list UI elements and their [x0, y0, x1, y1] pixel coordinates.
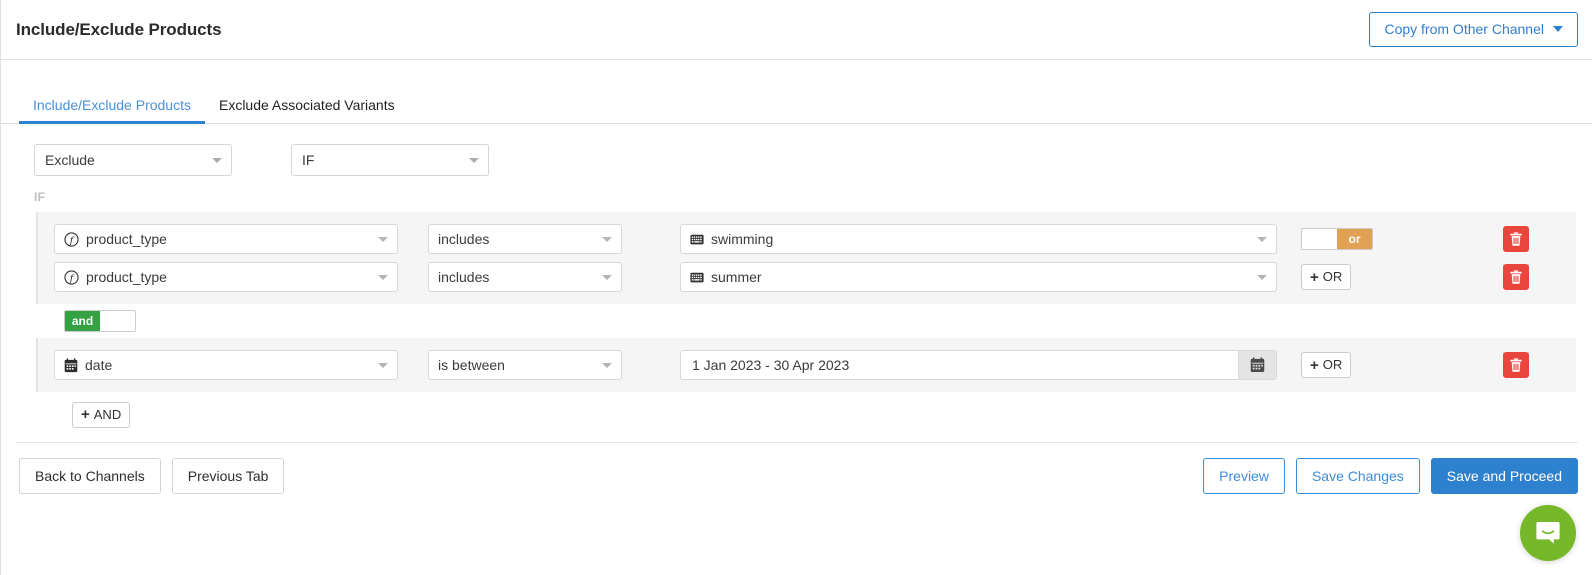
action-select[interactable]: Exclude [34, 144, 232, 176]
delete-condition-button[interactable] [1503, 352, 1529, 378]
calendar-icon [1250, 357, 1265, 373]
value-select[interactable]: summer [680, 262, 1277, 292]
add-and-label: AND [93, 407, 122, 422]
add-or-button[interactable]: + OR [1301, 352, 1352, 378]
tab-exclude-associated-variants[interactable]: Exclude Associated Variants [205, 97, 409, 123]
save-changes-button[interactable]: Save Changes [1295, 457, 1420, 494]
top-select-row: Exclude IF [16, 124, 1578, 176]
date-picker-button[interactable] [1238, 351, 1276, 379]
chevron-down-icon [378, 363, 388, 368]
rule-builder: Exclude IF IF f product_type includes sw… [1, 124, 1592, 428]
attribute-select[interactable]: date [54, 350, 398, 380]
add-and-button[interactable]: + AND [72, 402, 131, 428]
svg-text:f: f [69, 273, 75, 284]
include-exclude-products-page: Include/Exclude Products Copy from Other… [0, 0, 1592, 575]
tab-label: Include/Exclude Products [33, 97, 191, 113]
row-controls: + OR [1301, 352, 1561, 378]
tab-include-exclude-products[interactable]: Include/Exclude Products [19, 97, 205, 124]
chevron-down-icon [469, 158, 479, 163]
chevron-down-icon [378, 237, 388, 242]
back-to-channels-button[interactable]: Back to Channels [19, 457, 161, 494]
calendar-icon [64, 357, 78, 373]
chevron-down-icon [602, 237, 612, 242]
or-toggle-right: or [1337, 229, 1372, 249]
operator-value: includes [438, 231, 490, 247]
chevron-down-icon [1257, 237, 1267, 242]
row-controls: + OR [1301, 264, 1561, 290]
condition-keyword-value: IF [302, 152, 315, 168]
if-group-label: IF [34, 190, 46, 204]
date-range-input[interactable]: 1 Jan 2023 - 30 Apr 2023 [680, 350, 1277, 380]
preview-button[interactable]: Preview [1203, 457, 1285, 494]
tab-bar: Include/Exclude Products Exclude Associa… [1, 80, 1592, 124]
or-condition-block: f product_type includes swimming or f pr… [36, 212, 1576, 304]
attribute-select[interactable]: f product_type [54, 224, 398, 254]
copy-from-other-channel-label: Copy from Other Channel [1384, 21, 1544, 38]
chevron-down-icon [602, 275, 612, 280]
chat-launcher-button[interactable] [1520, 505, 1576, 561]
and-toggle-row: and [36, 304, 1576, 338]
and-toggle-left: and [65, 311, 100, 331]
add-or-label: OR [1322, 269, 1343, 285]
or-toggle[interactable]: or [1301, 228, 1373, 250]
and-condition-block: date is between 1 Jan 2023 - 30 Apr 2023 [36, 338, 1576, 392]
operator-value: includes [438, 269, 490, 285]
page-footer: Back to Channels Previous Tab Preview Sa… [16, 441, 1578, 494]
and-toggle[interactable]: and [64, 310, 136, 332]
row-controls: or [1301, 226, 1561, 252]
save-and-proceed-button[interactable]: Save and Proceed [1430, 457, 1578, 494]
and-toggle-right [100, 311, 135, 331]
attribute-value: product_type [86, 269, 167, 285]
action-select-value: Exclude [45, 152, 95, 168]
trash-icon [1510, 231, 1522, 246]
value-select[interactable]: swimming [680, 224, 1277, 254]
operator-select[interactable]: includes [428, 262, 622, 292]
value-text: swimming [711, 231, 774, 247]
trash-icon [1510, 357, 1522, 372]
condition-group: f product_type includes swimming or f pr… [36, 212, 1576, 428]
operator-select[interactable]: includes [428, 224, 622, 254]
delete-condition-button[interactable] [1503, 264, 1529, 290]
delete-condition-button[interactable] [1503, 226, 1529, 252]
attribute-value: date [85, 357, 113, 373]
or-toggle-left [1302, 229, 1337, 249]
chevron-down-icon [212, 158, 222, 163]
operator-select[interactable]: is between [428, 350, 622, 380]
keyboard-icon [690, 272, 704, 283]
chevron-down-icon [1553, 26, 1563, 33]
condition-row: f product_type includes [38, 258, 1576, 296]
plus-icon: + [1310, 268, 1319, 286]
tab-label: Exclude Associated Variants [218, 97, 395, 113]
chevron-down-icon [1257, 275, 1267, 280]
add-or-label: OR [1322, 357, 1343, 373]
add-or-button[interactable]: + OR [1301, 264, 1352, 290]
add-and-row: + AND [36, 392, 1576, 428]
condition-row: date is between 1 Jan 2023 - 30 Apr 2023 [38, 346, 1576, 384]
function-icon: f [64, 269, 79, 285]
operator-value: is between [438, 357, 505, 373]
chevron-down-icon [602, 363, 612, 368]
svg-text:f: f [69, 235, 75, 246]
page-title: Include/Exclude Products [16, 19, 222, 39]
plus-icon: + [81, 406, 90, 424]
plus-icon: + [1310, 356, 1319, 374]
date-range-value: 1 Jan 2023 - 30 Apr 2023 [692, 357, 850, 373]
chat-bubble-icon [1536, 522, 1560, 544]
condition-row: f product_type includes [38, 220, 1576, 258]
page-header: Include/Exclude Products Copy from Other… [1, 0, 1592, 60]
value-text: summer [711, 269, 762, 285]
trash-icon [1510, 269, 1522, 284]
condition-keyword-select[interactable]: IF [291, 144, 489, 176]
footer-right-actions: Preview Save Changes Save and Proceed [1203, 457, 1578, 494]
copy-from-other-channel-button[interactable]: Copy from Other Channel [1369, 12, 1578, 47]
attribute-select[interactable]: f product_type [54, 262, 398, 292]
function-icon: f [64, 231, 79, 247]
footer-left-actions: Back to Channels Previous Tab [16, 457, 285, 494]
attribute-value: product_type [86, 231, 167, 247]
keyboard-icon [690, 234, 704, 245]
chevron-down-icon [378, 275, 388, 280]
previous-tab-button[interactable]: Previous Tab [171, 457, 285, 494]
header-actions: Copy from Other Channel [1369, 12, 1578, 47]
